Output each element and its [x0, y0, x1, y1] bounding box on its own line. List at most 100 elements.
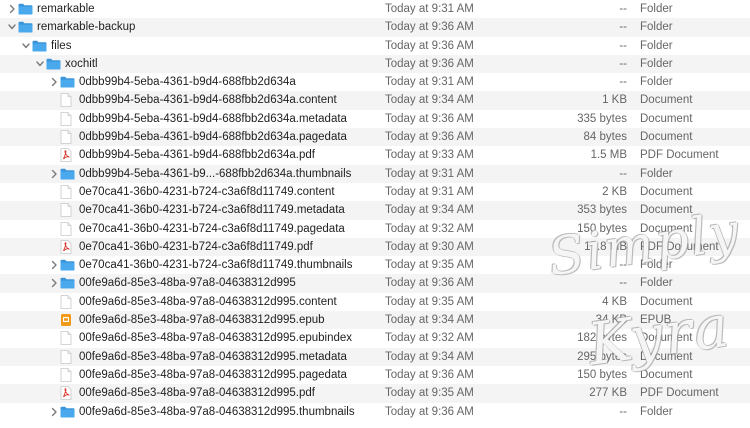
list-item[interactable]: files Today at 9:36 AM -- Folder — [0, 37, 750, 55]
file-name: 0e70ca41-36b0-4231-b724-c3a6f8d11749.thu… — [79, 259, 353, 272]
list-item[interactable]: xochitl Today at 9:36 AM -- Folder — [0, 54, 750, 74]
file-kind: EPUB — [640, 314, 672, 327]
file-size: -- — [619, 21, 627, 34]
document-icon — [60, 203, 74, 218]
list-item[interactable]: 00fe9a6d-85e3-48ba-97a8-04638312d995.pdf… — [0, 384, 750, 403]
file-kind: Folder — [640, 39, 673, 52]
file-name: 0dbb99b4-5eba-4361-b9d4-688fbb2d634a.pag… — [79, 131, 347, 144]
disclosure-chevron-right-icon[interactable] — [7, 0, 17, 18]
date-modified: Today at 9:34 AM — [385, 94, 474, 107]
date-modified: Today at 9:34 AM — [385, 314, 474, 327]
file-kind: Document — [640, 222, 693, 235]
date-modified: Today at 9:36 AM — [385, 112, 474, 125]
disclosure-chevron-right-icon[interactable] — [49, 274, 59, 292]
file-size: -- — [619, 3, 627, 15]
file-kind: Folder — [640, 405, 673, 418]
file-kind: Document — [640, 185, 693, 198]
date-modified: Today at 9:30 AM — [385, 240, 474, 253]
file-size: -- — [619, 259, 627, 272]
folder-icon — [60, 76, 75, 88]
list-item[interactable]: 0e70ca41-36b0-4231-b724-c3a6f8d11749.thu… — [0, 256, 750, 274]
folder-icon — [60, 259, 75, 271]
file-size: -- — [619, 76, 627, 89]
list-item[interactable]: 0dbb99b4-5eba-4361-b9d4-688fbb2d634a.pdf… — [0, 146, 750, 164]
list-item[interactable]: 0dbb99b4-5eba-4361-b9d4-688fbb2d634a.met… — [0, 110, 750, 128]
file-kind: PDF Document — [640, 149, 719, 162]
document-icon — [60, 130, 74, 144]
list-item[interactable]: 0e70ca41-36b0-4231-b724-c3a6f8d11749.met… — [0, 201, 750, 220]
file-kind: PDF Document — [640, 387, 719, 400]
file-name: 00fe9a6d-85e3-48ba-97a8-04638312d995.thu… — [79, 405, 355, 418]
disclosure-chevron-down-icon[interactable] — [35, 55, 45, 73]
file-name: 0e70ca41-36b0-4231-b724-c3a6f8d11749.pag… — [79, 222, 345, 235]
file-name: 00fe9a6d-85e3-48ba-97a8-04638312d995.con… — [79, 295, 337, 308]
list-item[interactable]: 0dbb99b4-5eba-4361-b9d4-688fbb2d634a.pag… — [0, 128, 750, 147]
file-size: 1 KB — [602, 94, 627, 107]
disclosure-chevron-right-icon[interactable] — [49, 73, 59, 91]
list-item[interactable]: 00fe9a6d-85e3-48ba-97a8-04638312d995.con… — [0, 293, 750, 311]
date-modified: Today at 9:36 AM — [385, 131, 474, 144]
folder-icon — [60, 277, 75, 289]
file-size: 17.8 MB — [584, 240, 627, 253]
date-modified: Today at 9:35 AM — [385, 259, 474, 272]
file-size: -- — [619, 277, 627, 290]
file-kind: Document — [640, 131, 693, 144]
list-item[interactable]: 0dbb99b4-5eba-4361-b9d4-688fbb2d634a Toda… — [0, 73, 750, 91]
disclosure-chevron-right-icon[interactable] — [49, 256, 59, 274]
disclosure-chevron-down-icon[interactable] — [21, 37, 31, 55]
folder-icon — [60, 168, 75, 180]
epub-icon — [60, 313, 74, 327]
date-modified: Today at 9:32 AM — [385, 332, 474, 345]
list-item[interactable]: remarkable-backup Today at 9:36 AM -- Folde… — [0, 18, 750, 37]
list-item[interactable]: 00fe9a6d-85e3-48ba-97a8-04638312d995.met… — [0, 347, 750, 366]
date-modified: Today at 9:32 AM — [385, 222, 474, 235]
file-kind: Folder — [640, 167, 673, 180]
date-modified: Today at 9:36 AM — [385, 277, 474, 290]
date-modified: Today at 9:31 AM — [385, 185, 474, 198]
file-kind: Folder — [640, 259, 673, 272]
document-icon — [60, 331, 74, 346]
document-icon — [60, 368, 74, 382]
pdf-icon — [60, 148, 74, 163]
file-name: remarkable-backup — [37, 21, 136, 34]
file-kind: Document — [640, 368, 693, 381]
list-item[interactable]: 00fe9a6d-85e3-48ba-97a8-04638312d995.pag… — [0, 366, 750, 384]
file-size: 295 bytes — [577, 350, 627, 363]
disclosure-chevron-down-icon[interactable] — [7, 18, 17, 36]
document-icon — [60, 294, 74, 309]
document-icon — [60, 221, 74, 236]
file-kind: PDF Document — [640, 240, 719, 253]
list-item[interactable]: 0e70ca41-36b0-4231-b724-c3a6f8d11749.con… — [0, 183, 750, 201]
file-kind: Document — [640, 332, 693, 345]
list-item[interactable]: remarkable Today at 9:31 AM -- Folder — [0, 0, 750, 18]
list-item[interactable]: 0dbb99b4-5eba-4361-b9...-688fbb2d634a.th… — [0, 164, 750, 183]
date-modified: Today at 9:34 AM — [385, 350, 474, 363]
disclosure-chevron-right-icon[interactable] — [49, 165, 59, 183]
list-item[interactable]: 00fe9a6d-85e3-48ba-97a8-04638312d995.epu… — [0, 329, 750, 347]
document-icon — [60, 349, 74, 364]
list-item[interactable]: 0e70ca41-36b0-4231-b724-c3a6f8d11749.pag… — [0, 220, 750, 238]
list-item[interactable]: 00fe9a6d-85e3-48ba-97a8-04638312d995.thu… — [0, 403, 750, 421]
date-modified: Today at 9:36 AM — [385, 21, 474, 34]
file-kind: Document — [640, 295, 693, 308]
folder-icon — [46, 58, 61, 70]
file-kind: Folder — [640, 76, 673, 89]
file-size: 182 bytes — [577, 332, 627, 345]
file-size: 84 bytes — [583, 131, 627, 144]
file-name: 00fe9a6d-85e3-48ba-97a8-04638312d995.met… — [79, 350, 347, 363]
list-item[interactable]: 0dbb99b4-5eba-4361-b9d4-688fbb2d634a.con… — [0, 91, 750, 110]
date-modified: Today at 9:35 AM — [385, 295, 474, 308]
list-item[interactable]: 0e70ca41-36b0-4231-b724-c3a6f8d11749.pdf… — [0, 237, 750, 257]
file-kind: Folder — [640, 277, 673, 290]
date-modified: Today at 9:36 AM — [385, 368, 474, 381]
date-modified: Today at 9:31 AM — [385, 3, 474, 15]
file-kind: Document — [640, 94, 693, 107]
list-item[interactable]: 00fe9a6d-85e3-48ba-97a8-04638312d995.epu… — [0, 311, 750, 330]
file-size: 353 bytes — [577, 204, 627, 217]
pdf-icon — [60, 386, 74, 401]
file-name: 0e70ca41-36b0-4231-b724-c3a6f8d11749.pdf — [79, 240, 313, 253]
list-item[interactable]: 00fe9a6d-85e3-48ba-97a8-04638312d995 Toda… — [0, 274, 750, 293]
disclosure-chevron-right-icon[interactable] — [49, 403, 59, 421]
file-kind: Document — [640, 350, 693, 363]
file-name: 0e70ca41-36b0-4231-b724-c3a6f8d11749.con… — [79, 185, 335, 198]
